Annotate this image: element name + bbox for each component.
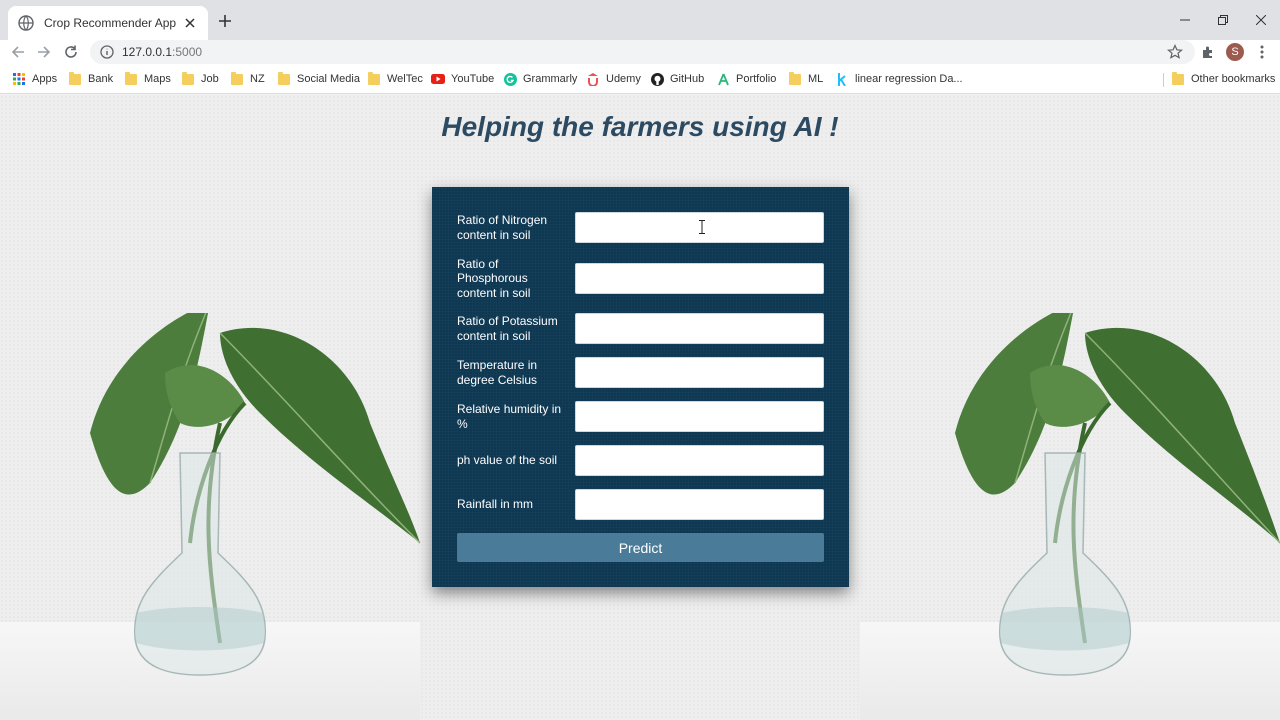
k-icon	[835, 72, 849, 86]
bookmark-label: Apps	[32, 73, 58, 85]
page-content: Helping the farmers using AI ! Ratio of …	[0, 95, 1280, 720]
extensions-icon[interactable]	[1198, 42, 1218, 62]
avatar-letter: S	[1226, 43, 1244, 61]
bookmark-label: YouTube	[451, 73, 495, 85]
humidity-input[interactable]	[575, 401, 824, 432]
bookmark-maps[interactable]: Maps	[124, 71, 171, 87]
forward-arrow-icon[interactable]	[34, 42, 54, 62]
bookmark-label: Grammarly	[523, 73, 578, 85]
temperature-label: Temperature in degree Celsius	[457, 358, 538, 387]
reload-icon[interactable]	[61, 42, 81, 62]
bookmark-label: linear regression Da...	[855, 73, 963, 85]
phosphorous-label: Ratio of Phosphorous content in soil	[457, 256, 531, 300]
folder-icon	[181, 71, 195, 86]
bookmarks-divider	[1163, 73, 1164, 87]
browser-tab[interactable]: Crop Recommender App	[8, 6, 208, 40]
close-window-icon[interactable]	[1242, 0, 1280, 40]
folder-icon	[367, 71, 381, 86]
folder-icon	[124, 71, 138, 86]
tab-strip: Crop Recommender App	[0, 0, 1280, 40]
nitrogen-label: Ratio of Nitrogen content in soil	[457, 213, 548, 242]
field-nitrogen: Ratio of Nitrogen content in soil	[457, 212, 824, 243]
bookmark-weltec[interactable]: WelTec	[367, 71, 423, 87]
youtube-icon	[431, 72, 445, 86]
rainfall-label: Rainfall in mm	[457, 497, 534, 512]
plant-vase-image-right	[955, 313, 1280, 676]
ph-input[interactable]	[575, 445, 824, 476]
rainfall-input[interactable]	[575, 489, 824, 520]
bookmark-label: GitHub	[670, 73, 705, 85]
bookmark-label: Maps	[144, 73, 171, 85]
bookmark-ml[interactable]: ML	[788, 71, 823, 87]
folder-icon	[277, 71, 291, 86]
bookmark-nz[interactable]: NZ	[230, 71, 265, 87]
bookmark-other[interactable]: Other bookmarks	[1171, 71, 1275, 87]
bookmark-label: NZ	[250, 73, 265, 85]
bookmark-label: WelTec	[387, 73, 423, 85]
apps-grid-icon	[12, 72, 26, 86]
text-cursor-icon	[699, 220, 705, 234]
bookmark-label: Bank	[88, 73, 114, 85]
address-bar[interactable]: 127.0.0.1:5000	[90, 40, 1195, 64]
page-heading: Helping the farmers using AI !	[441, 111, 839, 142]
url-text: 127.0.0.1:5000	[122, 45, 202, 59]
bookmarks-bar: Apps Bank Maps Job NZ Social Media WelTe…	[0, 64, 1280, 94]
ph-label: ph value of the soil	[457, 453, 558, 468]
profile-avatar[interactable]: S	[1225, 42, 1245, 62]
udemy-icon	[586, 72, 600, 86]
folder-icon	[68, 71, 82, 86]
minimize-icon[interactable]	[1166, 0, 1204, 40]
bookmark-star-icon[interactable]	[1167, 44, 1183, 60]
temperature-input[interactable]	[575, 357, 824, 388]
close-tab-icon[interactable]	[182, 15, 198, 31]
new-tab-icon[interactable]	[216, 12, 234, 30]
back-arrow-icon[interactable]	[8, 42, 28, 62]
field-phosphorous: Ratio of Phosphorous content in soil	[457, 257, 824, 300]
bookmark-label: ML	[808, 73, 824, 85]
field-ph: ph value of the soil	[457, 445, 824, 476]
globe-icon	[18, 15, 34, 31]
bookmark-github[interactable]: GitHub	[650, 71, 704, 87]
folder-icon	[1171, 71, 1185, 86]
humidity-label: Relative humidity in %	[457, 402, 562, 431]
bookmark-label: Job	[201, 73, 219, 85]
folder-icon	[230, 71, 244, 86]
crop-form: Ratio of Nitrogen content in soil Ratio …	[432, 187, 849, 587]
bookmark-youtube[interactable]: YouTube	[431, 71, 494, 87]
bookmark-social-media[interactable]: Social Media	[277, 71, 360, 87]
bookmark-label: Udemy	[606, 73, 641, 85]
restore-icon[interactable]	[1204, 0, 1242, 40]
window-controls	[1166, 0, 1280, 40]
bookmark-bank[interactable]: Bank	[68, 71, 113, 87]
folder-icon	[788, 71, 802, 86]
grammarly-icon	[503, 72, 517, 86]
field-rainfall: Rainfall in mm	[457, 489, 824, 520]
portfolio-icon	[716, 72, 730, 86]
bookmark-label: Other bookmarks	[1191, 73, 1276, 85]
url-port: :5000	[172, 45, 203, 59]
field-potassium: Ratio of Potassium content in soil	[457, 313, 824, 344]
field-temperature: Temperature in degree Celsius	[457, 357, 824, 388]
bookmark-linear-regression[interactable]: linear regression Da...	[835, 71, 963, 87]
bookmark-apps[interactable]: Apps	[12, 71, 57, 87]
potassium-label: Ratio of Potassium content in soil	[457, 314, 558, 343]
bookmark-job[interactable]: Job	[181, 71, 219, 87]
predict-button[interactable]: Predict	[457, 533, 824, 562]
field-humidity: Relative humidity in %	[457, 401, 824, 432]
url-host: 127.0.0.1	[122, 45, 173, 59]
bookmark-label: Portfolio	[736, 73, 777, 85]
tab-title: Crop Recommender App	[44, 16, 177, 30]
menu-dots-icon[interactable]	[1252, 42, 1272, 62]
bookmark-portfolio[interactable]: Portfolio	[716, 71, 776, 87]
bookmark-grammarly[interactable]: Grammarly	[503, 71, 577, 87]
bookmark-udemy[interactable]: Udemy	[586, 71, 641, 87]
potassium-input[interactable]	[575, 313, 824, 344]
phosphorous-input[interactable]	[575, 263, 824, 294]
info-icon[interactable]	[100, 45, 114, 59]
github-icon	[650, 72, 664, 86]
browser-toolbar: 127.0.0.1:5000 S	[0, 40, 1280, 64]
bookmark-label: Social Media	[297, 73, 360, 85]
plant-vase-image-left	[90, 313, 421, 676]
